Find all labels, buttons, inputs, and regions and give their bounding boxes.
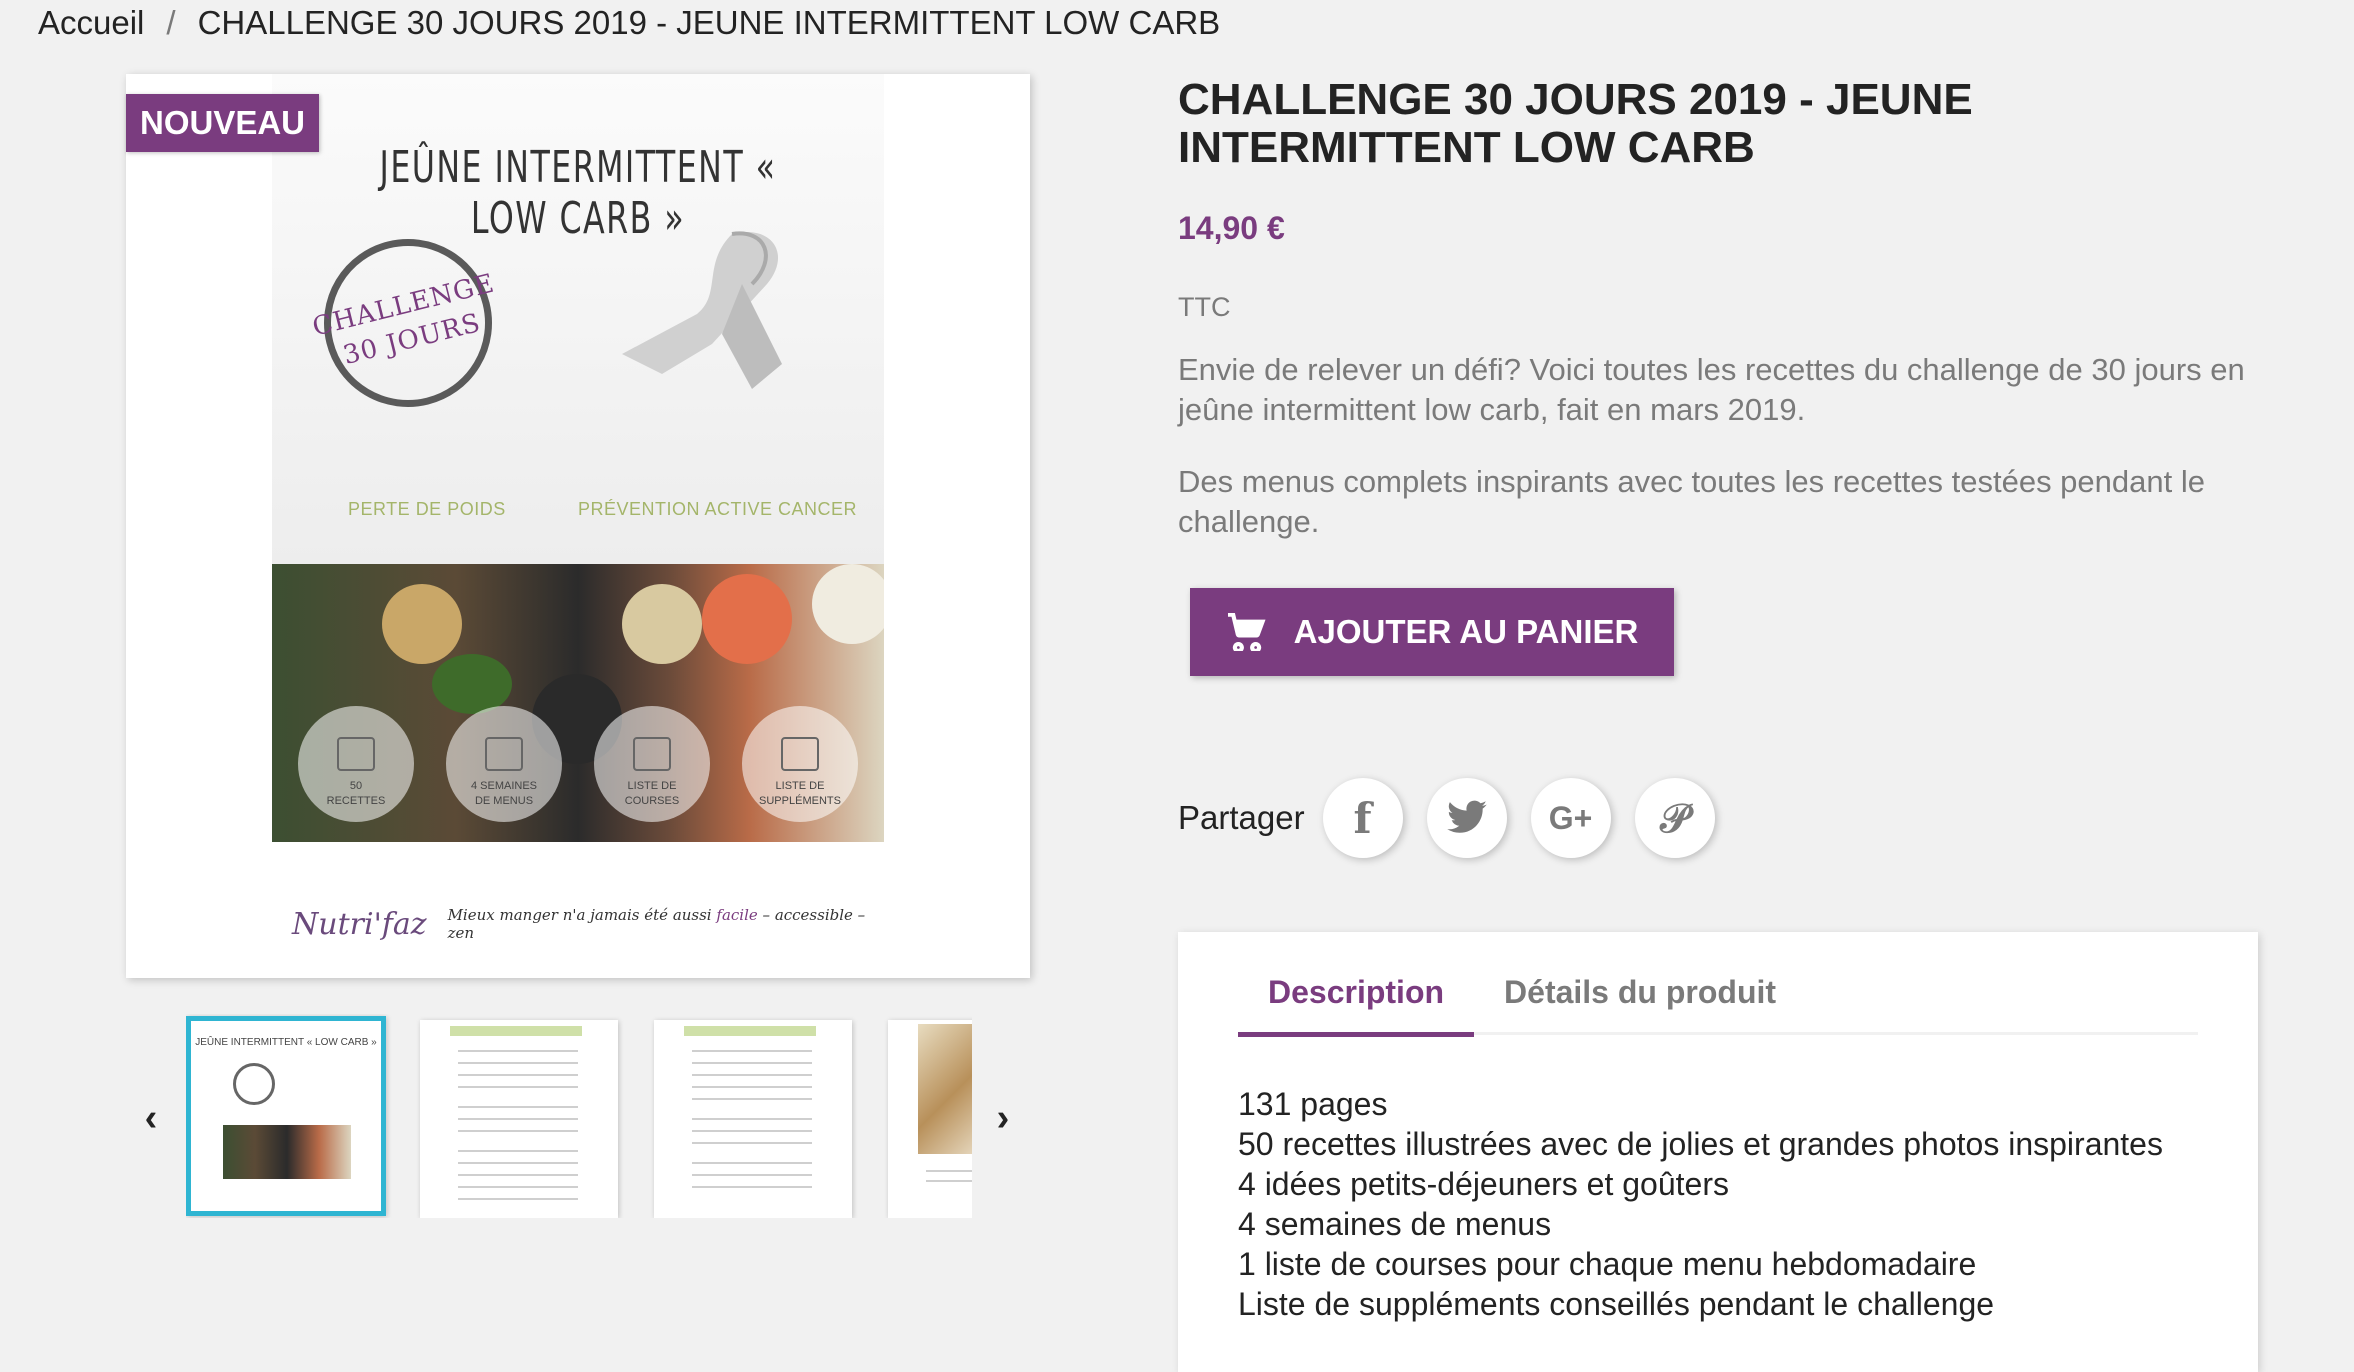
- feature-supplements: LISTE DE SUPPLÉMENTS: [742, 706, 858, 822]
- feature-circles: 50 RECETTES 4 SEMAINES DE MENUS LISTE DE CO…: [272, 706, 884, 822]
- product-cover-image[interactable]: JEÛNE INTERMITTENT « LOW CARB » CHALLENG…: [126, 74, 1030, 978]
- tab-product-details[interactable]: Détails du produit: [1474, 974, 1806, 1032]
- google-plus-icon[interactable]: G+: [1530, 778, 1611, 858]
- feature-label-line2: SUPPLÉMENTS: [759, 794, 841, 807]
- description-line: 4 idées petits-déjeuners et goûters: [1238, 1166, 1729, 1202]
- feature-label-line2: DE MENUS: [474, 794, 534, 807]
- nutrifaz-logo: Nutri'faz: [292, 906, 427, 942]
- pinterest-icon[interactable]: 𝒫: [1634, 778, 1715, 858]
- thumbnail-4[interactable]: [888, 1020, 972, 1218]
- chevron-left-icon[interactable]: ‹: [136, 1097, 166, 1139]
- breadcrumb: Accueil / CHALLENGE 30 JOURS 2019 - JEUN…: [38, 0, 1220, 46]
- description-line: 1 liste de courses pour chaque menu hebd…: [1238, 1246, 1977, 1282]
- product-short-description-2: Des menus complets inspirants avec toute…: [1178, 464, 2205, 539]
- jar-icon: [781, 737, 819, 772]
- thumbnail-mini-photo: [223, 1125, 351, 1179]
- cover-footer: Nutri'faz Mieux manger n'a jamais été au…: [272, 884, 884, 964]
- thumbnail-strip: JEÛNE INTERMITTENT « LOW CARB »: [186, 1014, 972, 1218]
- feature-label-line2: COURSES: [624, 794, 680, 807]
- breadcrumb-separator: /: [166, 4, 176, 41]
- share-label: Partager: [1178, 799, 1305, 836]
- add-to-cart-button[interactable]: AJOUTER AU PANIER: [1190, 588, 1674, 676]
- feature-shopping-list: LISTE DE COURSES: [594, 706, 710, 822]
- thumbnail-mini-stamp: [233, 1063, 275, 1105]
- cover-subtitle-cancer-prevention: PRÉVENTION ACTIVE CANCER: [578, 499, 858, 519]
- awareness-ribbon-icon: [622, 231, 782, 389]
- thumbnail-carousel: ‹ JEÛNE INTERMITTENT « LOW CARB » ›: [126, 1014, 1030, 1218]
- product-title: CHALLENGE 30 JOURS 2019 - JEUNE INTERMIT…: [1178, 75, 1973, 172]
- description-content: 131 pages 50 recettes illustrées avec de…: [1238, 1084, 2163, 1324]
- tax-label: TTC: [1178, 292, 1231, 322]
- thumbnail-2[interactable]: [420, 1020, 618, 1218]
- challenge-stamp: CHALLENGE 30 JOURS: [306, 221, 510, 425]
- cover-subtitle-weight-loss: PERTE DE POIDS: [348, 499, 506, 519]
- product-short-description: Envie de relever un défi? Voici toutes l…: [1178, 352, 2245, 427]
- product-tabs: Description Détails du produit 131 pages…: [1178, 932, 2258, 1372]
- thumbnail-mini-title: JEÛNE INTERMITTENT « LOW CARB »: [195, 1037, 377, 1048]
- feature-label-line1: 50: [349, 780, 363, 793]
- chevron-right-icon[interactable]: ›: [988, 1097, 1018, 1139]
- description-line: Liste de suppléments conseillés pendant …: [1238, 1286, 1995, 1322]
- new-badge: NOUVEAU: [126, 94, 320, 152]
- cover-top: JEÛNE INTERMITTENT « LOW CARB » CHALLENG…: [272, 74, 884, 564]
- breadcrumb-current: CHALLENGE 30 JOURS 2019 - JEUNE INTERMIT…: [197, 4, 1221, 41]
- description-line: 131 pages: [1238, 1086, 1388, 1122]
- plate-icon: [485, 737, 523, 772]
- description-line: 4 semaines de menus: [1238, 1206, 1552, 1242]
- food-photo: 50 RECETTES 4 SEMAINES DE MENUS LISTE DE CO…: [272, 564, 884, 842]
- feature-label-line1: LISTE DE: [627, 780, 677, 793]
- feature-label-line1: 4 SEMAINES: [470, 780, 538, 793]
- product-price: 14,90 €: [1178, 210, 1285, 246]
- feature-recipes: 50 RECETTES: [298, 706, 414, 822]
- tab-description[interactable]: Description: [1238, 974, 1475, 1037]
- description-line: 50 recettes illustrées avec de jolies et…: [1238, 1126, 2163, 1162]
- list-icon: [633, 737, 671, 772]
- feature-label-line1: LISTE DE: [775, 780, 825, 793]
- twitter-icon[interactable]: [1426, 778, 1507, 858]
- cart-icon: [1227, 613, 1266, 651]
- add-to-cart-label: AJOUTER AU PANIER: [1293, 613, 1639, 650]
- thumbnail-1[interactable]: JEÛNE INTERMITTENT « LOW CARB »: [186, 1016, 386, 1216]
- tagline-start: Mieux manger n'a jamais été aussi: [447, 906, 712, 924]
- tagline-facile: facile: [716, 906, 758, 924]
- cover-tagline: Mieux manger n'a jamais été aussi facile…: [448, 906, 884, 942]
- feature-menus: 4 SEMAINES DE MENUS: [446, 706, 562, 822]
- breadcrumb-home-link[interactable]: Accueil: [38, 4, 144, 42]
- share-section: Partager f G+ 𝒫: [1178, 778, 1739, 858]
- facebook-icon[interactable]: f: [1322, 778, 1403, 858]
- thumbnail-3[interactable]: [654, 1020, 852, 1218]
- tab-bar: Description Détails du produit: [1238, 974, 2198, 1037]
- book-icon: [337, 737, 375, 772]
- feature-label-line2: RECETTES: [326, 794, 386, 807]
